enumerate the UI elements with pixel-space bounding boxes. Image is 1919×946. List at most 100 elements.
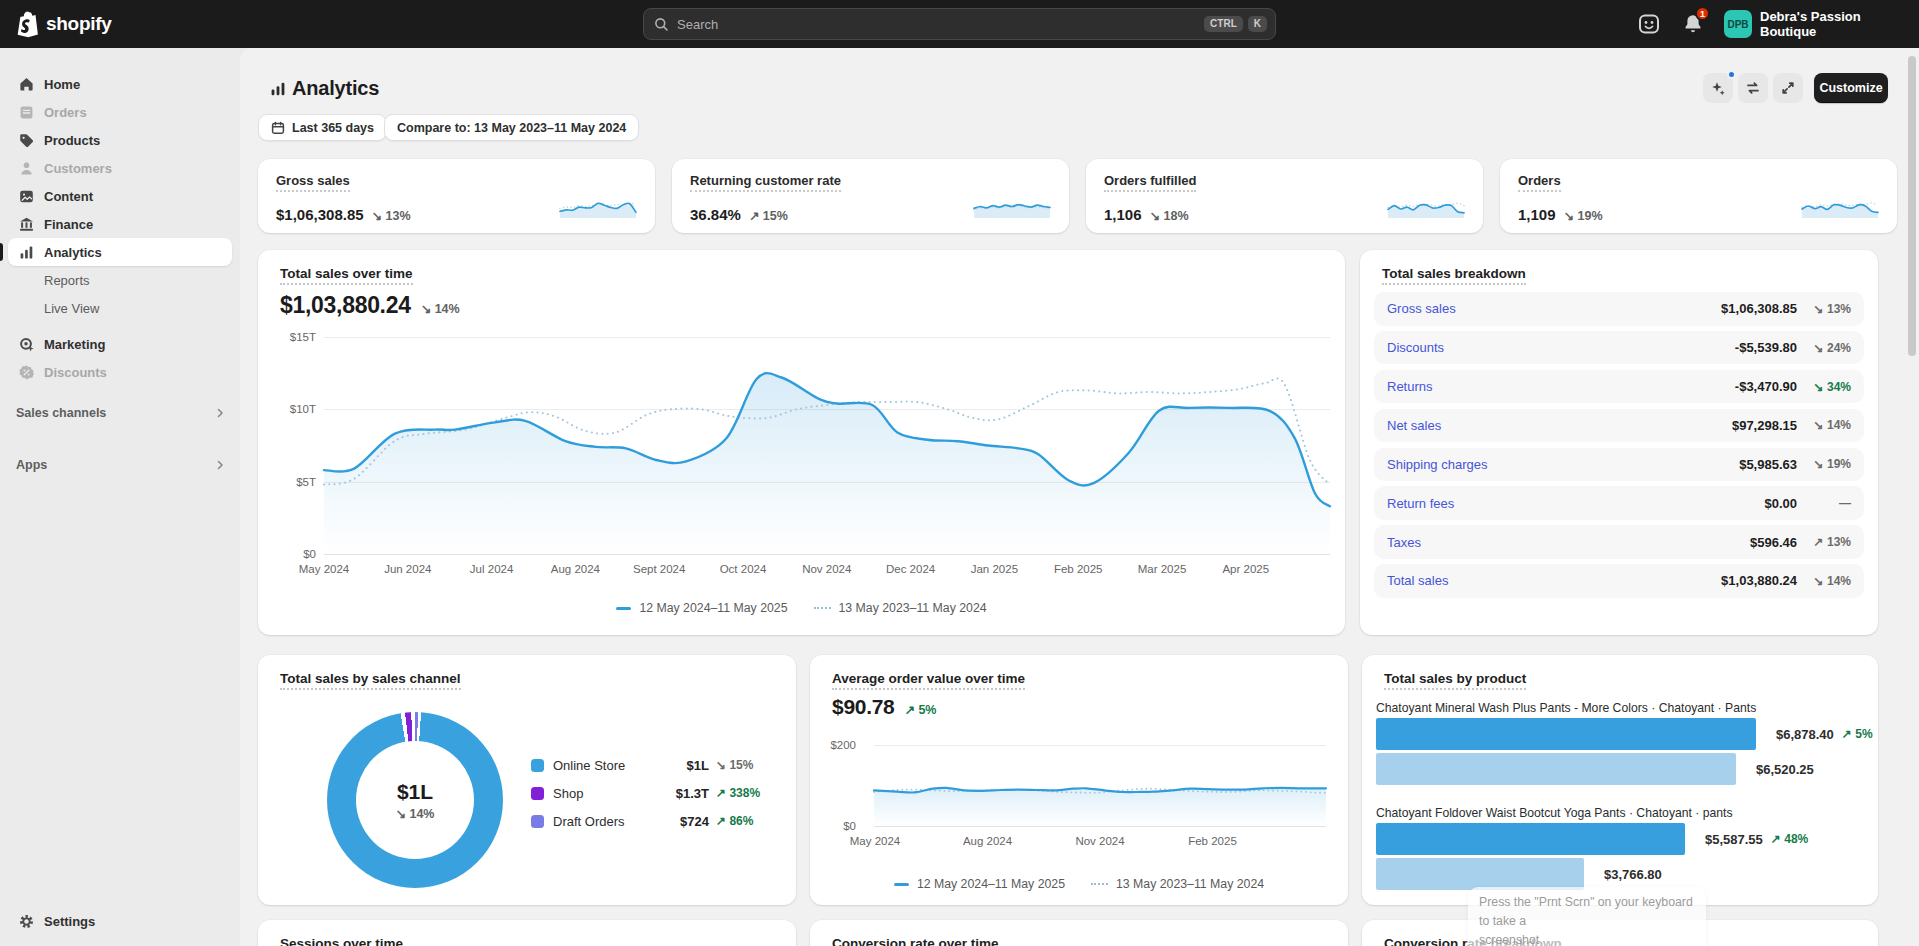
product-value: $5,587.55: [1705, 832, 1763, 847]
metric-delta: ↘ 13%: [372, 208, 411, 223]
average-order-value-card: Average order value over time $90.78↗ 5%…: [810, 655, 1348, 905]
compare-filter[interactable]: Compare to: 13 May 2023–11 May 2024: [384, 114, 639, 141]
legend-previous: 13 May 2023–11 May 2024: [1091, 877, 1264, 891]
product-label[interactable]: Chatoyant Foldover Waist Bootcut Yoga Pa…: [1376, 806, 1733, 820]
search-shortcut: CTRL K: [1204, 16, 1267, 32]
product-bar-current[interactable]: [1376, 718, 1756, 750]
sidebar-item-content[interactable]: Content: [8, 182, 232, 210]
legend-swatch: [1091, 883, 1108, 885]
breakdown-label[interactable]: Taxes: [1387, 535, 1750, 550]
breakdown-value: -$5,539.80: [1735, 340, 1797, 355]
admin-face-icon[interactable]: [1638, 13, 1660, 35]
sidebar-item-products[interactable]: Products: [8, 126, 232, 154]
sidebar-item-orders[interactable]: Orders: [8, 98, 232, 126]
store-avatar[interactable]: DPB: [1724, 10, 1752, 38]
sparkline-chart: [559, 195, 637, 219]
breakdown-row[interactable]: Total sales$1,03,880.24↘ 14%: [1374, 564, 1864, 598]
breakdown-label[interactable]: Return fees: [1387, 496, 1764, 511]
metric-card-gross-sales[interactable]: Gross sales $1,06,308.85 ↘ 13%: [258, 159, 655, 233]
product-bar-current[interactable]: [1376, 823, 1685, 855]
x-tick: Nov 2024: [792, 563, 862, 575]
fullscreen-button[interactable]: [1773, 73, 1803, 103]
total-sales-breakdown-card: Total sales breakdown Gross sales$1,06,3…: [1360, 250, 1878, 635]
sidebar-item-settings[interactable]: Settings: [8, 907, 232, 935]
breakdown-label[interactable]: Returns: [1387, 379, 1735, 394]
x-tick: Dec 2024: [876, 563, 946, 575]
magic-insights-button[interactable]: [1703, 73, 1733, 103]
legend-label: 12 May 2024–11 May 2025: [639, 601, 787, 615]
total-sales-over-time-card: Total sales over time $1,03,880.24↘ 14% …: [258, 250, 1345, 635]
breakdown-label[interactable]: Gross sales: [1387, 301, 1721, 316]
breakdown-value: $1,03,880.24: [1721, 573, 1797, 588]
metric-title[interactable]: Orders: [1518, 173, 1561, 192]
shopify-logo[interactable]: shopify: [14, 10, 111, 38]
notification-dot: [1727, 70, 1736, 79]
metric-card-returning-rate[interactable]: Returning customer rate 36.84%↗ 15%: [672, 159, 1069, 233]
refresh-data-button[interactable]: [1738, 73, 1768, 103]
store-name[interactable]: Debra's Passion Boutique: [1760, 0, 1919, 48]
scrollbar-thumb[interactable]: [1908, 56, 1916, 356]
breakdown-row[interactable]: Taxes$596.46↗ 13%: [1374, 525, 1864, 559]
product-bar-previous[interactable]: [1376, 753, 1736, 785]
legend-label: 12 May 2024–11 May 2025: [917, 877, 1065, 891]
x-tick: Feb 2025: [1178, 835, 1248, 847]
date-range-filter[interactable]: Last 365 days: [258, 114, 387, 141]
sidebar-item-analytics[interactable]: Analytics: [8, 238, 232, 266]
sidebar-item-discounts[interactable]: Discounts: [8, 358, 232, 386]
date-range-label: Last 365 days: [292, 121, 374, 135]
product-bar-previous[interactable]: [1376, 858, 1584, 890]
metric-card-orders-fulfilled[interactable]: Orders fulfilled 1,106↘ 18%: [1086, 159, 1483, 233]
x-tick: Apr 2025: [1211, 563, 1281, 575]
legend-label: Draft Orders: [553, 814, 657, 829]
breakdown-label[interactable]: Total sales: [1387, 573, 1721, 588]
sidebar-item-label: Customers: [44, 161, 112, 176]
sales-by-product-card: Total sales by product Chatoyant Mineral…: [1362, 655, 1878, 905]
sidebar-item-live-view[interactable]: Live View: [8, 294, 232, 322]
breakdown-label[interactable]: Discounts: [1387, 340, 1735, 355]
metric-title[interactable]: Gross sales: [276, 173, 350, 192]
metric-title[interactable]: Returning customer rate: [690, 173, 841, 192]
product-value: $6,520.25: [1756, 762, 1814, 777]
sidebar-section-sales-channels[interactable]: Sales channels: [0, 399, 240, 427]
legend-swatch: [531, 787, 544, 800]
metric-card-orders[interactable]: Orders 1,109↘ 19%: [1500, 159, 1897, 233]
chart-title[interactable]: Total sales by product: [1384, 671, 1526, 690]
sidebar-item-finance[interactable]: Finance: [8, 210, 232, 238]
breakdown-row[interactable]: Return fees$0.00—: [1374, 486, 1864, 520]
breakdown-row[interactable]: Returns-$3,470.90↘ 34%: [1374, 370, 1864, 404]
chart-title[interactable]: Total sales breakdown: [1382, 266, 1526, 285]
sidebar-item-reports[interactable]: Reports: [8, 266, 232, 294]
breakdown-value: -$3,470.90: [1735, 379, 1797, 394]
sidebar-item-label: Analytics: [44, 245, 102, 260]
breakdown-row[interactable]: Net sales$97,298.15↘ 14%: [1374, 409, 1864, 443]
sidebar-item-marketing[interactable]: Marketing: [8, 330, 232, 358]
breakdown-rows: Gross sales$1,06,308.85↘ 13% Discounts-$5…: [1374, 292, 1864, 603]
chart-legend: 12 May 2024–11 May 2025 13 May 2023–11 M…: [810, 877, 1348, 891]
breakdown-value: $596.46: [1750, 535, 1797, 550]
chart-title[interactable]: Conversion rate over time: [832, 936, 999, 946]
total-sales-line-chart: [258, 250, 1345, 635]
chart-title[interactable]: Sessions over time: [280, 936, 403, 946]
breakdown-row[interactable]: Shipping charges$5,985.63↘ 19%: [1374, 448, 1864, 482]
sidebar-item-label: Discounts: [44, 365, 107, 380]
product-label[interactable]: Chatoyant Mineral Wash Plus Pants - More…: [1376, 701, 1756, 715]
home-icon: [18, 76, 35, 93]
shopify-wordmark: shopify: [46, 13, 111, 35]
breakdown-row[interactable]: Gross sales$1,06,308.85↘ 13%: [1374, 292, 1864, 326]
breakdown-label[interactable]: Shipping charges: [1387, 457, 1739, 472]
chart-title[interactable]: Total sales by sales channel: [280, 671, 461, 690]
calendar-icon: [271, 121, 285, 135]
sidebar-section-apps[interactable]: Apps: [0, 451, 240, 479]
breakdown-label[interactable]: Net sales: [1387, 418, 1732, 433]
legend-swatch: [531, 759, 544, 772]
sidebar-item-home[interactable]: Home: [8, 70, 232, 98]
customize-button[interactable]: Customize: [1814, 73, 1888, 103]
sidebar-item-customers[interactable]: Customers: [8, 154, 232, 182]
settings-gear-icon: [18, 913, 35, 930]
search-input[interactable]: Search CTRL K: [643, 8, 1276, 40]
sparkline-chart: [973, 195, 1051, 219]
metric-title[interactable]: Orders fulfilled: [1104, 173, 1196, 192]
breakdown-value: $0.00: [1764, 496, 1797, 511]
breakdown-row[interactable]: Discounts-$5,539.80↘ 24%: [1374, 331, 1864, 365]
metric-value: $1,06,308.85: [276, 206, 364, 223]
